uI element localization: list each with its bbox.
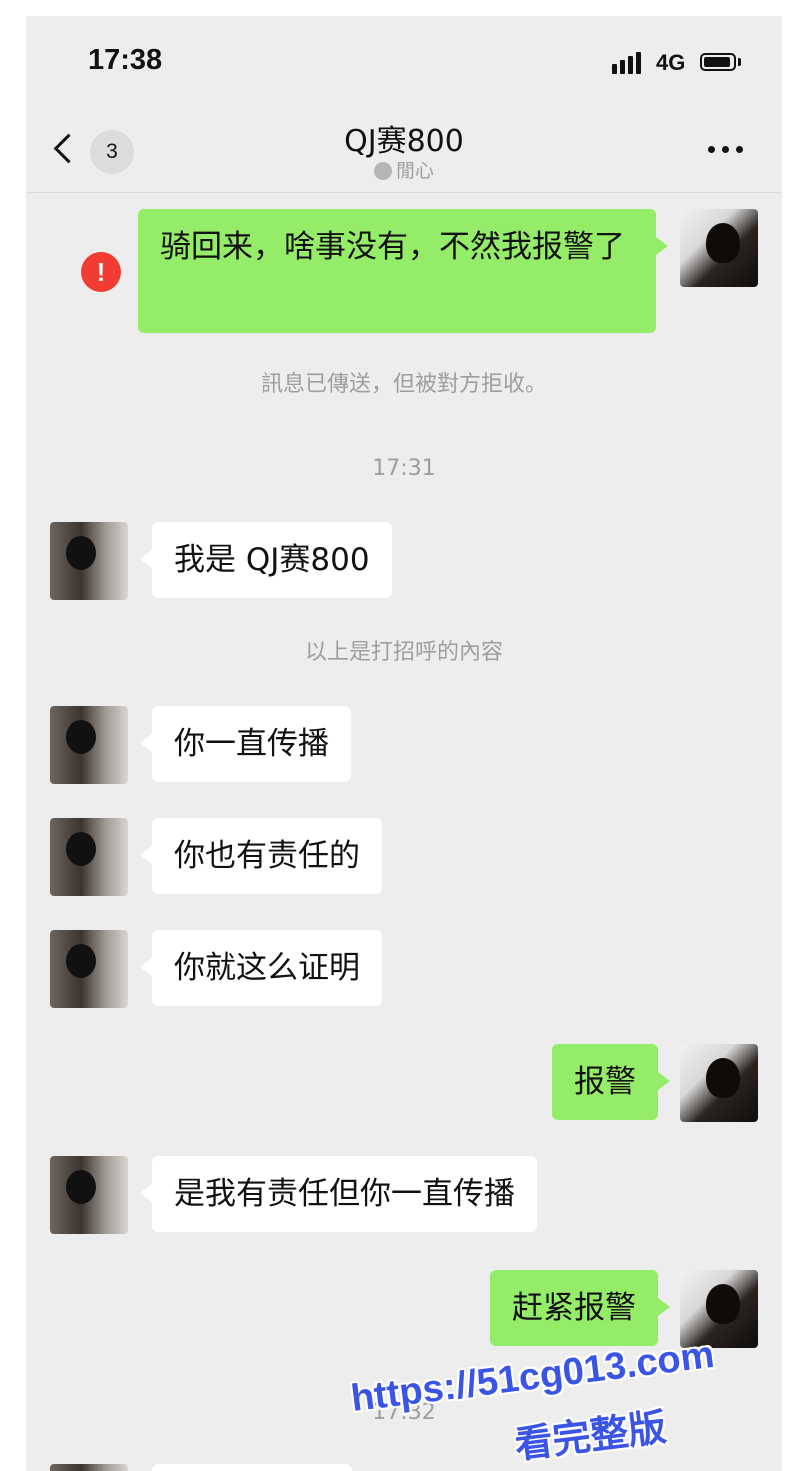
chat-subtitle: 閒心 (26, 156, 782, 183)
rejected-notice: 訊息已傳送，但被對方拒收。 (260, 372, 547, 397)
message-bubble-incoming[interactable]: 是我有责任但你一直传播 (140, 1156, 537, 1232)
my-avatar[interactable] (680, 1044, 758, 1122)
status-bar: 17:38 4G (26, 16, 782, 106)
message-bubble-incoming-partial[interactable] (152, 1464, 352, 1471)
contact-avatar[interactable] (50, 1464, 128, 1471)
more-button[interactable] (706, 142, 746, 156)
send-failed-icon[interactable]: ! (81, 252, 121, 292)
message-bubble-incoming[interactable]: 你就这么证明 (140, 930, 382, 1006)
my-avatar[interactable] (680, 209, 758, 287)
message-bubble-incoming[interactable]: 你也有责任的 (140, 818, 382, 894)
timestamp: 17:31 (372, 456, 436, 481)
chat-title: QJ赛800 (344, 124, 464, 159)
chat-subtitle-text: 閒心 (395, 160, 434, 182)
greeting-notice: 以上是打招呼的內容 (304, 640, 503, 665)
contact-avatar[interactable] (50, 706, 128, 784)
message-bubble-outgoing[interactable]: 赶紧报警 (490, 1270, 670, 1346)
battery-icon (700, 53, 736, 71)
contact-avatar[interactable] (50, 1156, 128, 1234)
status-time: 17:38 (88, 44, 163, 76)
battery-tip (738, 58, 741, 66)
chat-screen: 17:38 4G 3 QJ赛800 閒心 ! 骑回来，啥事没有，不然我报警了 訊… (26, 16, 782, 1471)
message-bubble-outgoing[interactable]: 骑回来，啥事没有，不然我报警了 (138, 209, 668, 333)
message-bubble-incoming[interactable]: 你一直传播 (140, 706, 351, 782)
signal-icon (612, 50, 648, 74)
network-type: 4G (656, 50, 686, 75)
contact-avatar[interactable] (50, 930, 128, 1008)
contact-avatar[interactable] (50, 522, 128, 600)
mute-icon (373, 162, 392, 180)
chat-header: 3 QJ赛800 閒心 (26, 106, 782, 193)
message-bubble-incoming[interactable]: 我是 QJ赛800 (140, 522, 392, 598)
contact-avatar[interactable] (50, 818, 128, 896)
message-bubble-outgoing[interactable]: 报警 (552, 1044, 670, 1120)
